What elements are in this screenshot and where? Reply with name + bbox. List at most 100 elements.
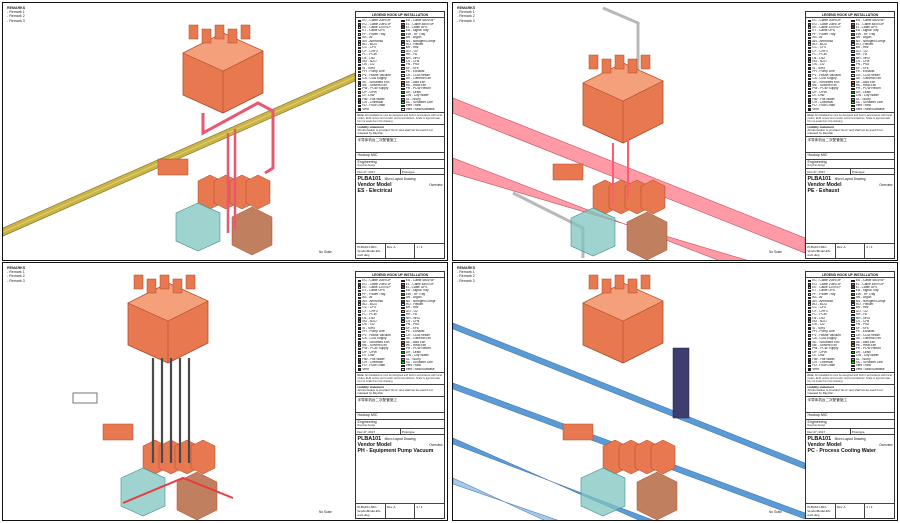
electrical-panel bbox=[552, 163, 584, 181]
process-chamber bbox=[227, 28, 238, 44]
checker-value: Prototype bbox=[401, 429, 415, 434]
electrical-panel bbox=[102, 423, 134, 441]
system-name: PC - Process Cooling Water bbox=[807, 448, 876, 455]
footer-row: PLBA101-MIC-VendorModel-ES-rev0.dwg Rev.… bbox=[806, 243, 894, 258]
legend-label: Vent bbox=[362, 367, 369, 371]
note-block: Note: All installations must be designed… bbox=[806, 372, 894, 384]
isometric-model-view[interactable] bbox=[3, 3, 355, 261]
remark-item-2: - Remark 2 bbox=[457, 14, 475, 19]
process-chamber bbox=[159, 274, 170, 290]
legend-swatch bbox=[851, 108, 855, 111]
drawing-title-block: PLBA101 Micro Layout Drawing Vendor Mode… bbox=[806, 174, 894, 195]
department-name: Engineering Raychai design bbox=[356, 158, 444, 169]
revision-label: Rev. A bbox=[386, 244, 416, 258]
legend-swatch bbox=[357, 108, 362, 111]
liability-text: All information is provided "As is" and … bbox=[807, 127, 883, 135]
note-text: All installations must be designed and b… bbox=[807, 113, 892, 123]
page-number: 1 / 4 bbox=[416, 245, 423, 250]
pump-cabinet bbox=[231, 206, 273, 256]
revision-label: Rev. A bbox=[386, 504, 416, 518]
note-text: All installations must be designed and b… bbox=[357, 373, 442, 383]
note-block: Note: All installations must be designed… bbox=[806, 112, 894, 124]
chiller-box bbox=[120, 467, 166, 517]
legend-label: Vent bbox=[362, 107, 369, 111]
remarks-block: REMARKS - Remark 1 - Remark 2 - Remark 3 bbox=[457, 6, 475, 23]
legend-item: Vent Trunk/Subbase bbox=[851, 368, 893, 371]
overview-label: Overview bbox=[879, 183, 893, 188]
legend-swatch bbox=[401, 108, 405, 111]
scale-note: No Scale bbox=[769, 250, 782, 254]
remarks-block: REMARKS - Remark 1 - Remark 2 - Remark 3 bbox=[7, 266, 25, 283]
department-name: Engineering Raychai design bbox=[806, 418, 894, 429]
remark-item-2: - Remark 2 bbox=[7, 274, 25, 279]
page-number: 4 / 4 bbox=[866, 505, 873, 510]
isometric-model-view[interactable] bbox=[3, 263, 355, 521]
revision-label: Rev. A bbox=[836, 244, 866, 258]
drawing-sheet-4[interactable]: REMARKS - Remark 1 - Remark 2 - Remark 3… bbox=[452, 262, 898, 521]
footer-row: PLBA101-MIC-VendorModel-ES-rev0.dwg Rev.… bbox=[356, 243, 444, 258]
process-chamber bbox=[614, 274, 625, 290]
designer-label: Raychai design bbox=[807, 424, 826, 428]
drawing-title-block: PLBA101 Micro Layout Drawing Vendor Mode… bbox=[356, 434, 444, 455]
drawing-sheet-2[interactable]: REMARKS - Remark 1 - Remark 2 - Remark 3… bbox=[452, 2, 898, 261]
subfab-unit bbox=[190, 439, 216, 475]
liability-text: All information is provided "As is" and … bbox=[807, 387, 883, 395]
remark-item-3: - Remark 3 bbox=[7, 278, 25, 283]
cable-tray-highlight bbox=[3, 76, 355, 233]
chinese-title: 半导体机台二次配管施工 bbox=[356, 135, 444, 152]
legend-list: EC - Cable 208V/3P EU - Cable 480V/3P EG -… bbox=[806, 18, 894, 112]
process-chamber bbox=[172, 278, 183, 294]
scale-note: No Scale bbox=[319, 250, 332, 254]
process-chamber bbox=[185, 274, 196, 290]
date-row: Dec 27, 2017 Prototype bbox=[806, 168, 894, 175]
page-number: 2 / 4 bbox=[866, 245, 873, 250]
process-chamber bbox=[601, 58, 612, 74]
overview-label: Overview bbox=[429, 183, 443, 188]
drawing-title-block: PLBA101 Micro Layout Drawing Vendor Mode… bbox=[806, 434, 894, 455]
legend-item: Vent bbox=[807, 368, 850, 371]
legend-label: Vent Trunk/Subbase bbox=[405, 367, 435, 371]
process-chamber bbox=[627, 58, 638, 74]
legend-swatch bbox=[357, 368, 362, 371]
remark-item-3: - Remark 3 bbox=[457, 18, 475, 23]
date-value: Dec 27, 2017 bbox=[806, 429, 851, 435]
title-block: LEGEND HOOK UP INSTALLATION EC - Cable 2… bbox=[805, 271, 895, 519]
file-name: PLBA101-MIC-VendorModel-ES-rev0.dwg bbox=[806, 504, 836, 518]
process-chamber bbox=[188, 24, 199, 40]
remark-item-3: - Remark 3 bbox=[7, 18, 25, 23]
title-block: LEGEND HOOK UP INSTALLATION EC - Cable 2… bbox=[805, 11, 895, 259]
legend-item: Vent Trunk/Subbase bbox=[851, 108, 893, 111]
isometric-model-view[interactable] bbox=[453, 3, 805, 261]
legend-label: Vent Trunk/Subbase bbox=[405, 107, 435, 111]
chinese-title: 半导体机台二次配管施工 bbox=[806, 135, 894, 152]
checker-value: Prototype bbox=[401, 169, 415, 174]
subfab-unit bbox=[640, 179, 666, 215]
department-name: Engineering Raychai design bbox=[806, 158, 894, 169]
drawing-sheet-3[interactable]: REMARKS - Remark 1 - Remark 2 - Remark 3… bbox=[2, 262, 448, 521]
system-name: PH - Equipment Pump Vacuum bbox=[357, 448, 434, 455]
title-block: LEGEND HOOK UP INSTALLATION EC - Cable 2… bbox=[355, 11, 445, 259]
legend-label: Vent bbox=[812, 107, 819, 111]
liability-block: Liability statement All information is p… bbox=[356, 123, 444, 136]
subfab-unit bbox=[650, 439, 676, 475]
drawing-sheet-1[interactable]: REMARKS - Remark 1 - Remark 2 - Remark 3… bbox=[2, 2, 448, 261]
file-name: PLBA101-MIC-VendorModel-ES-rev0.dwg bbox=[356, 504, 386, 518]
date-value: Dec 27, 2017 bbox=[806, 169, 851, 175]
electrical-panel bbox=[157, 158, 189, 176]
footer-row: PLBA101-MIC-VendorModel-ES-rev0.dwg Rev.… bbox=[806, 503, 894, 518]
isometric-model-view[interactable] bbox=[453, 263, 805, 521]
legend-item: Vent Trunk/Subbase bbox=[401, 368, 443, 371]
title-block: LEGEND HOOK UP INSTALLATION EC - Cable 2… bbox=[355, 271, 445, 519]
note-text: All installations must be designed and b… bbox=[807, 373, 892, 383]
legend-label: Vent Trunk/Subbase bbox=[855, 367, 885, 371]
pump-cabinet bbox=[176, 471, 218, 520]
company-name: Hookup MIC bbox=[806, 411, 894, 419]
process-chamber bbox=[588, 54, 599, 70]
pump-cabinet bbox=[636, 471, 678, 520]
date-row: Dec 27, 2017 Prototype bbox=[356, 428, 444, 435]
drawing-sheet-grid: REMARKS - Remark 1 - Remark 2 - Remark 3… bbox=[0, 0, 900, 523]
legend-swatch bbox=[807, 368, 812, 371]
file-name: PLBA101-MIC-VendorModel-ES-rev0.dwg bbox=[356, 244, 386, 258]
process-chamber bbox=[640, 54, 651, 70]
process-chamber bbox=[133, 274, 144, 290]
